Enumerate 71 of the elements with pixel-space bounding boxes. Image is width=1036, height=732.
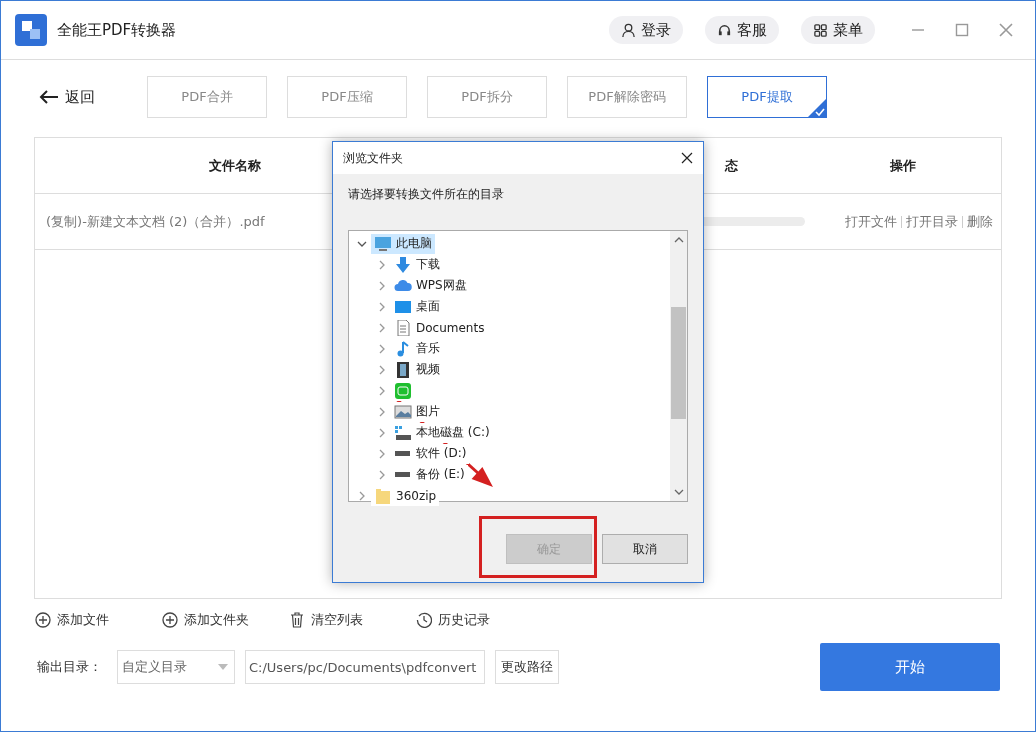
output-label: 输出目录： [37,658,103,676]
toolbar-button[interactable]: 添加文件 [35,611,162,629]
close-icon[interactable] [681,152,693,164]
monitor-icon [374,235,392,252]
header-button[interactable]: 登录 [609,16,683,44]
expand-chevron-icon[interactable] [377,364,387,375]
scroll-down-icon[interactable] [673,489,684,495]
headset-icon [717,22,732,38]
drive-icon [395,472,410,477]
output-path-field[interactable]: C:/Users/pc/Documents\pdfconvert [245,650,485,684]
file-name-cell: (复制)-新建文本文档 (2)（合并）.pdf [46,212,265,231]
start-button[interactable]: 开始 [820,643,1000,691]
tree-item[interactable]: 图片 [391,401,443,422]
row-action-link[interactable]: 打开目录 [901,212,962,231]
folder-icon [374,487,392,504]
expand-chevron-icon[interactable] [377,343,387,354]
plus-circle-icon [162,612,178,628]
expand-chevron-icon[interactable] [357,490,367,501]
scroll-up-icon[interactable] [673,237,684,243]
maximize-icon[interactable] [955,23,969,37]
dialog-prompt: 请选择要转换文件所在的目录 [348,186,505,203]
header-button[interactable]: 菜单 [801,16,875,44]
tool-tab[interactable]: PDF拆分 [427,76,547,118]
expand-chevron-icon[interactable] [377,427,387,438]
tool-tab[interactable]: PDF压缩 [287,76,407,118]
drive-icon [395,451,410,456]
grid-icon [813,22,828,38]
column-header: 文件名称 [209,156,261,175]
output-mode-dropdown[interactable]: 自定义目录 [117,650,235,684]
download-arrow-icon [394,256,412,273]
arrow-left-icon [39,90,59,104]
dialog-button[interactable]: 取消 [602,534,688,564]
document-icon [394,319,412,336]
column-header: 态 [725,156,738,175]
dropdown-caret-icon [218,664,228,670]
history-icon [416,612,432,628]
row-action-link[interactable]: 打开文件 [840,212,901,231]
tool-tab[interactable]: PDF合并 [147,76,267,118]
toolbar-button[interactable]: 清空列表 [289,611,416,629]
scrollbar[interactable] [670,231,687,501]
plus-circle-icon [35,612,51,628]
expand-chevron-icon[interactable] [377,259,387,270]
expand-chevron-icon[interactable] [377,385,387,396]
window-title: 全能王PDF转换器 [57,20,177,40]
expand-chevron-icon[interactable] [377,322,387,333]
change-path-button[interactable]: 更改路径 [495,650,559,684]
tool-tab[interactable]: PDF解除密码 [567,76,687,118]
expand-chevron-icon[interactable] [377,469,387,480]
user-icon [621,22,636,38]
tool-tab[interactable]: PDF提取 [707,76,827,118]
trash-icon [289,612,305,628]
dialog-title: 浏览文件夹 [343,149,403,167]
header-button[interactable]: 客服 [705,16,779,44]
row-action-link[interactable]: 删除 [962,212,997,231]
toolbar-button[interactable]: 添加文件夹 [162,611,289,629]
expand-chevron-icon[interactable] [377,301,387,312]
expand-chevron-icon[interactable] [377,280,387,291]
toolbar-button[interactable]: 历史记录 [416,611,543,629]
back-button[interactable]: 返回 [39,87,127,107]
check-corner-icon [807,98,827,118]
expand-chevron-icon[interactable] [377,448,387,459]
film-icon [394,361,412,378]
expand-chevron-icon[interactable] [377,406,387,417]
app-logo-icon [15,14,47,46]
tree-item[interactable]: 此电脑 [371,233,435,254]
picture-icon [394,403,412,420]
column-header: 操作 [890,156,916,175]
drive-icon [394,424,412,441]
desktop-icon [394,298,412,315]
cloud-icon [394,277,412,294]
app-icon [394,382,412,399]
